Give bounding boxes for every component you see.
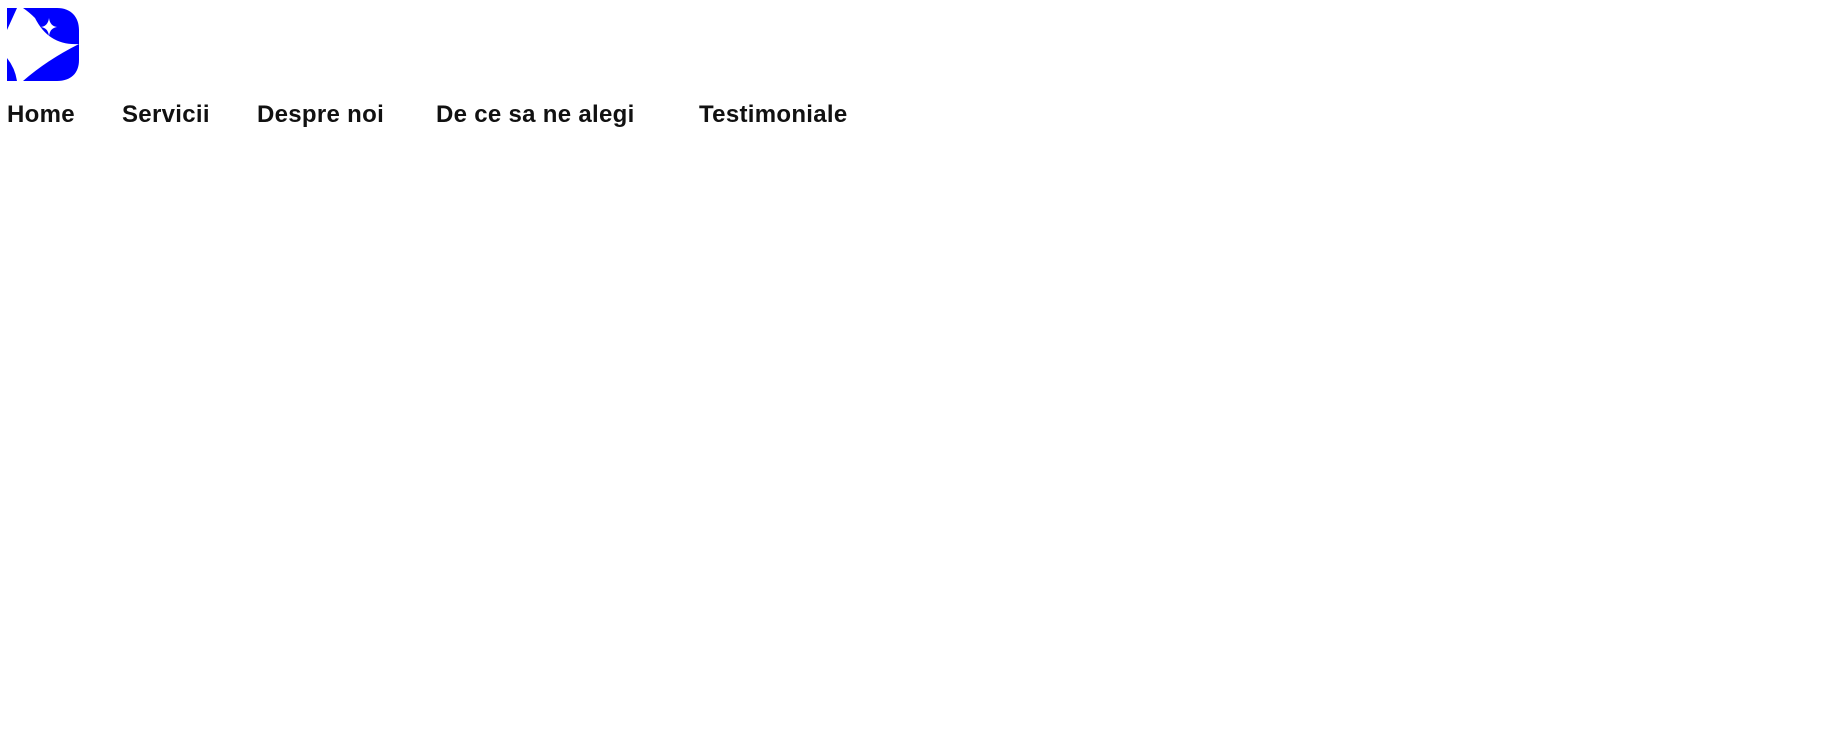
nav-item-home[interactable]: Home bbox=[7, 101, 75, 129]
sparkle-star-logo-icon bbox=[7, 8, 79, 81]
nav-item-de-ce-sa-ne-alegi[interactable]: De ce sa ne alegi bbox=[436, 101, 635, 129]
logo-link[interactable] bbox=[7, 8, 79, 81]
nav-item-despre-noi[interactable]: Despre noi bbox=[257, 101, 384, 129]
page: Home Servicii Despre noi De ce sa ne ale… bbox=[0, 0, 1845, 736]
nav-item-testimoniale[interactable]: Testimoniale bbox=[699, 101, 848, 129]
nav-item-servicii[interactable]: Servicii bbox=[122, 101, 210, 129]
